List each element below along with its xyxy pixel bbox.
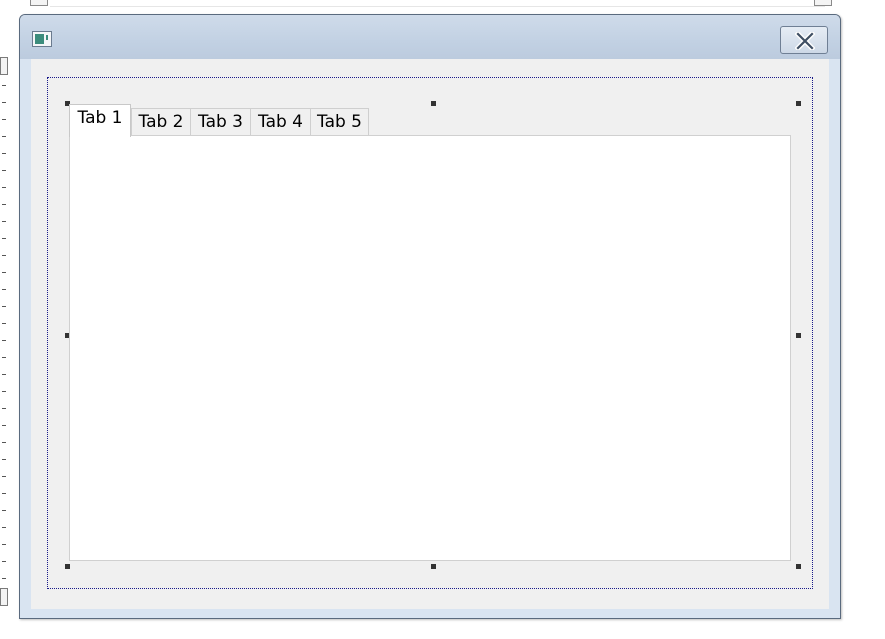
ruler-tick [2, 187, 6, 188]
ruler-tick [2, 425, 6, 426]
tab-1[interactable]: Tab 1 [69, 104, 131, 137]
ruler-tick [2, 272, 6, 273]
top-designer-strip [0, 0, 885, 8]
resize-handle-right[interactable] [796, 333, 801, 338]
ruler-tick [2, 442, 6, 443]
form-window[interactable]: Tab 1 Tab 2 Tab 3 Tab 4 Tab 5 [19, 14, 841, 619]
ruler-tick [2, 85, 6, 86]
ruler-tick [2, 493, 6, 494]
top-divider [50, 6, 825, 7]
ruler-tick [2, 204, 6, 205]
ruler-tick [2, 255, 6, 256]
left-ruler [0, 55, 9, 610]
ruler-tick [2, 357, 6, 358]
ruler-tick [2, 153, 6, 154]
close-icon [795, 32, 815, 50]
ruler-tick [2, 221, 6, 222]
ruler-tick [2, 306, 6, 307]
ruler-tick [2, 102, 6, 103]
designer-canvas: Tab 1 Tab 2 Tab 3 Tab 4 Tab 5 [0, 0, 885, 639]
ruler-tick [2, 527, 6, 528]
ruler-tick [2, 289, 6, 290]
ruler-tick [2, 459, 6, 460]
ruler-tick [2, 119, 6, 120]
form-client-area: Tab 1 Tab 2 Tab 3 Tab 4 Tab 5 [31, 59, 829, 609]
resize-handle-bottom-left[interactable] [65, 564, 70, 569]
top-left-control[interactable] [30, 0, 48, 6]
ruler-tick [2, 578, 6, 579]
resize-handle-bottom-right[interactable] [796, 564, 801, 569]
ruler-tick [2, 374, 6, 375]
ruler-tick [2, 136, 6, 137]
tab-5[interactable]: Tab 5 [310, 108, 369, 135]
tab-4[interactable]: Tab 4 [250, 108, 311, 135]
ruler-tick [2, 544, 6, 545]
ruler-tick [2, 323, 6, 324]
ruler-tick [2, 340, 6, 341]
close-button[interactable] [780, 26, 828, 54]
ruler-tick [2, 561, 6, 562]
ruler-tick [2, 170, 6, 171]
tab-2[interactable]: Tab 2 [131, 108, 191, 135]
tab-content-pane[interactable] [69, 135, 791, 561]
ruler-top-box[interactable] [0, 57, 8, 75]
ruler-tick [2, 408, 6, 409]
ruler-tick [2, 510, 6, 511]
tab-3[interactable]: Tab 3 [190, 108, 251, 135]
ruler-bottom-box[interactable] [0, 588, 8, 606]
resize-handle-top[interactable] [431, 101, 436, 106]
app-window-icon [32, 31, 52, 47]
resize-handle-bottom[interactable] [431, 564, 436, 569]
ruler-tick [2, 238, 6, 239]
resize-handle-top-right[interactable] [796, 101, 801, 106]
title-bar[interactable] [20, 15, 840, 59]
top-right-control[interactable] [814, 0, 832, 6]
ruler-tick [2, 391, 6, 392]
ruler-tick [2, 476, 6, 477]
